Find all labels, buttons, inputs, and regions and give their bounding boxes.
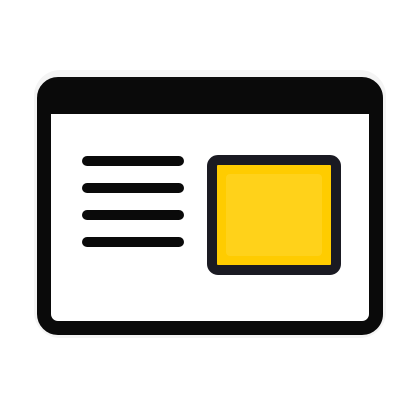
text-line xyxy=(82,210,184,220)
text-line xyxy=(82,237,184,247)
text-line xyxy=(82,156,184,166)
text-line xyxy=(82,183,184,193)
icon-canvas xyxy=(0,0,420,420)
image-placeholder-inner xyxy=(226,174,322,256)
window-title-bar xyxy=(44,84,376,114)
article-layout-icon xyxy=(34,70,386,338)
